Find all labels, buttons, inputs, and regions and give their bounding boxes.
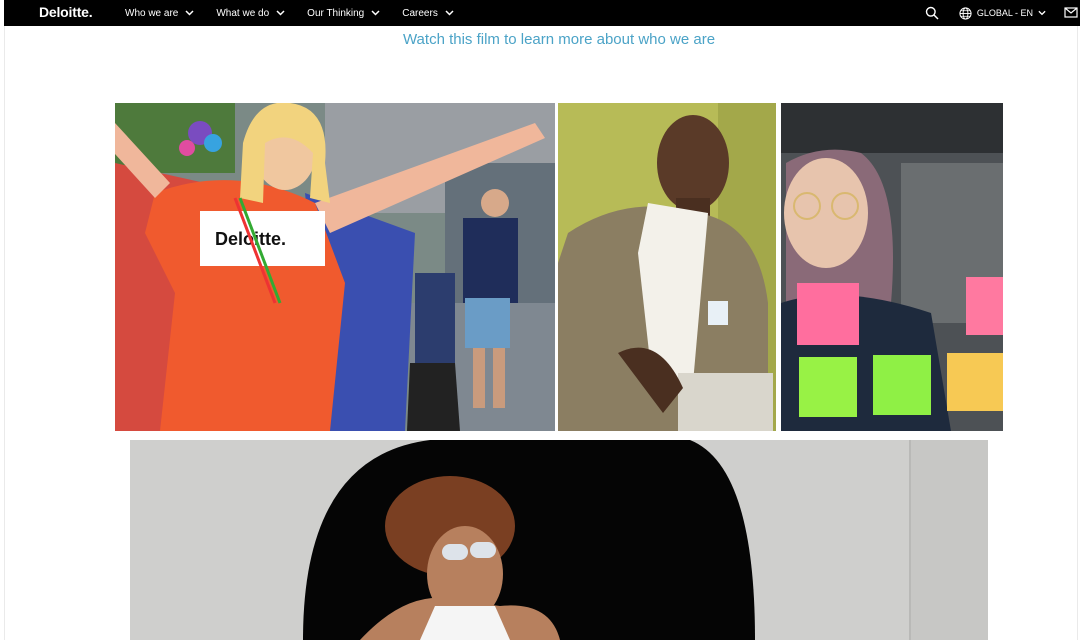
page-border-right bbox=[1077, 26, 1078, 640]
photo-smiling-man bbox=[558, 103, 776, 431]
smiling-man-image bbox=[558, 103, 776, 431]
chevron-down-icon bbox=[1038, 10, 1046, 16]
sticky-notes-image bbox=[781, 103, 1003, 431]
watch-film-link[interactable]: Watch this film to learn more about who … bbox=[0, 31, 1080, 48]
chevron-down-icon bbox=[276, 10, 285, 16]
top-navigation: Deloitte. Who we are What we do Our Thin… bbox=[4, 0, 1080, 26]
globe-icon bbox=[959, 6, 972, 20]
chevron-down-icon bbox=[185, 10, 194, 16]
menu-who-we-are[interactable]: Who we are bbox=[125, 8, 194, 19]
deloitte-logo[interactable]: Deloitte. bbox=[39, 4, 93, 20]
main-menu: Who we are What we do Our Thinking Caree… bbox=[125, 0, 476, 26]
utility-tools: GLOBAL - EN bbox=[925, 0, 1080, 26]
language-label: GLOBAL - EN bbox=[976, 8, 1033, 18]
woman-circle-image bbox=[130, 436, 988, 640]
contact-button[interactable] bbox=[1064, 6, 1080, 20]
contact-icon bbox=[1064, 7, 1078, 18]
menu-label: Our Thinking bbox=[307, 7, 365, 19]
language-selector[interactable]: GLOBAL - EN bbox=[959, 6, 1046, 20]
search-button[interactable] bbox=[925, 6, 939, 20]
pride-parade-image: Deloitte. bbox=[115, 103, 555, 431]
menu-label: Who we are bbox=[125, 7, 179, 19]
chevron-down-icon bbox=[445, 10, 454, 16]
menu-label: Careers bbox=[402, 7, 438, 19]
menu-label: What we do bbox=[216, 7, 270, 19]
menu-what-we-do[interactable]: What we do bbox=[216, 8, 285, 19]
photo-sticky-notes bbox=[781, 103, 1003, 431]
photo-pride-parade: Deloitte. bbox=[115, 103, 555, 431]
photo-woman-circle bbox=[130, 436, 988, 640]
menu-careers[interactable]: Careers bbox=[402, 8, 454, 19]
search-icon bbox=[925, 6, 939, 20]
menu-our-thinking[interactable]: Our Thinking bbox=[307, 8, 380, 19]
page-border-left bbox=[4, 26, 5, 640]
chevron-down-icon bbox=[371, 10, 380, 16]
